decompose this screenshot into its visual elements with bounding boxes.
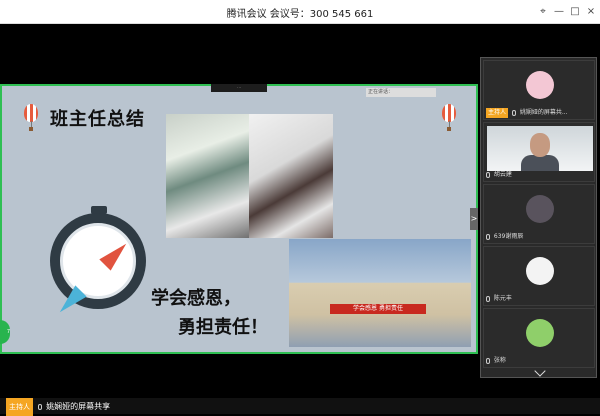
maximize-icon[interactable]: □ [568,5,582,19]
slogan-line-1: 学会感恩， [151,288,241,309]
close-icon[interactable]: × [584,5,598,19]
balloon-icon [442,104,456,122]
side-expand-button[interactable]: > [470,208,478,230]
person-head [530,133,550,157]
avatar [526,257,554,285]
floating-toolbar-toggle[interactable]: 7 [0,320,10,344]
mic-icon [486,295,490,302]
speaking-indicator: 正在讲话： [366,88,436,97]
participant-tile[interactable]: 张称 [483,308,595,368]
pin-icon[interactable]: ⌖ [536,5,550,19]
participant-tile[interactable]: 主持人 姚娴娅的屏幕共... [483,60,595,120]
host-badge: 主持人 [486,108,509,118]
mic-icon [511,109,516,116]
participant-name: 主持人 姚娴娅的屏幕共... [486,108,568,118]
building-banner: 学会感恩 勇担责任 [330,304,426,314]
meeting-window: 腾讯会议 会议号：300 545 661 ⌖ — □ × ⋯ 正在讲话： 班主任… [0,0,600,416]
avatar [526,195,554,223]
bottom-status-bar: 主持人 姚娴娅的屏幕共享 [0,398,600,416]
avatar [526,71,554,99]
share-status: 姚娴娅的屏幕共享 [46,402,111,411]
participant-panel: 主持人 姚娴娅的屏幕共... 胡云建 639谢雨辰 陈元丰 张称 [480,57,597,378]
mic-icon [486,357,490,364]
participant-tile-video[interactable]: 胡云建 [483,122,595,182]
mic-icon [486,171,490,178]
title-bar: 腾讯会议 会议号：300 545 661 ⌖ — □ × [0,0,600,24]
participant-name: 胡云建 [486,170,512,180]
participant-tile[interactable]: 639谢雨辰 [483,184,595,244]
photo-medical-workers [249,114,333,238]
participant-name: 张称 [486,356,506,366]
slide-title: 班主任总结 [50,109,145,130]
person-body [521,155,559,171]
avatar [526,319,554,347]
window-title: 腾讯会议 会议号：300 545 661 [226,9,374,20]
mic-icon [37,403,42,410]
participant-tile[interactable]: 陈元丰 [483,246,595,306]
participant-name: 陈元丰 [486,294,512,304]
participant-name: 639谢雨辰 [486,232,523,242]
photo-building [289,239,471,347]
photo-classroom [166,114,254,238]
share-info-bar: ⋯ [211,84,267,92]
balloon-icon [24,104,38,122]
slogan-line-2: 勇担责任！ [178,317,268,338]
minimize-icon[interactable]: — [552,5,566,19]
balloon-basket [447,127,451,131]
host-badge: 主持人 [6,398,33,416]
mic-icon [486,233,490,240]
balloon-basket [29,127,33,131]
